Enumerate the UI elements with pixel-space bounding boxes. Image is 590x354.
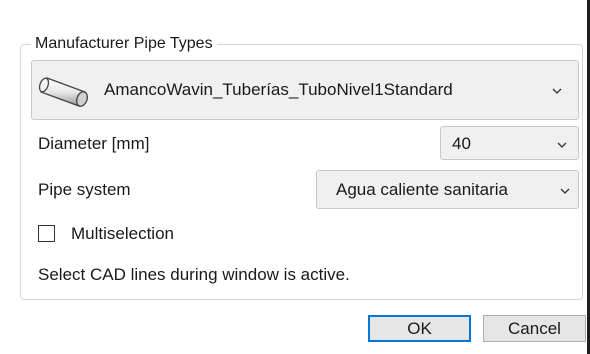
pipe-type-value: AmancoWavin_Tuberías_TuboNivel1Standard [104, 80, 453, 99]
hint-text: Select CAD lines during window is active… [38, 265, 350, 284]
ok-button[interactable]: OK [368, 315, 471, 342]
pipe-type-dropdown[interactable]: AmancoWavin_Tuberías_TuboNivel1Standard [31, 60, 579, 120]
multiselection-checkbox[interactable] [38, 225, 55, 242]
chevron-down-icon [560, 188, 570, 194]
pipe-system-value: Agua caliente sanitaria [336, 180, 509, 199]
group-title: Manufacturer Pipe Types [31, 34, 217, 54]
diameter-dropdown[interactable]: 40 [440, 126, 579, 160]
pipe-types-dialog: Manufacturer Pipe Types AmancoWavin_Tube… [0, 0, 590, 354]
chevron-down-icon [557, 142, 567, 148]
chevron-down-icon [552, 88, 562, 94]
pipe-system-dropdown[interactable]: Agua caliente sanitaria [316, 170, 579, 209]
diameter-label: Diameter [mm] [38, 134, 150, 153]
multiselection-label[interactable]: Multiselection [71, 224, 174, 244]
cancel-button[interactable]: Cancel [483, 315, 586, 342]
diameter-value: 40 [452, 134, 471, 153]
pipe-system-label: Pipe system [38, 180, 131, 199]
pipe-icon [39, 77, 89, 107]
